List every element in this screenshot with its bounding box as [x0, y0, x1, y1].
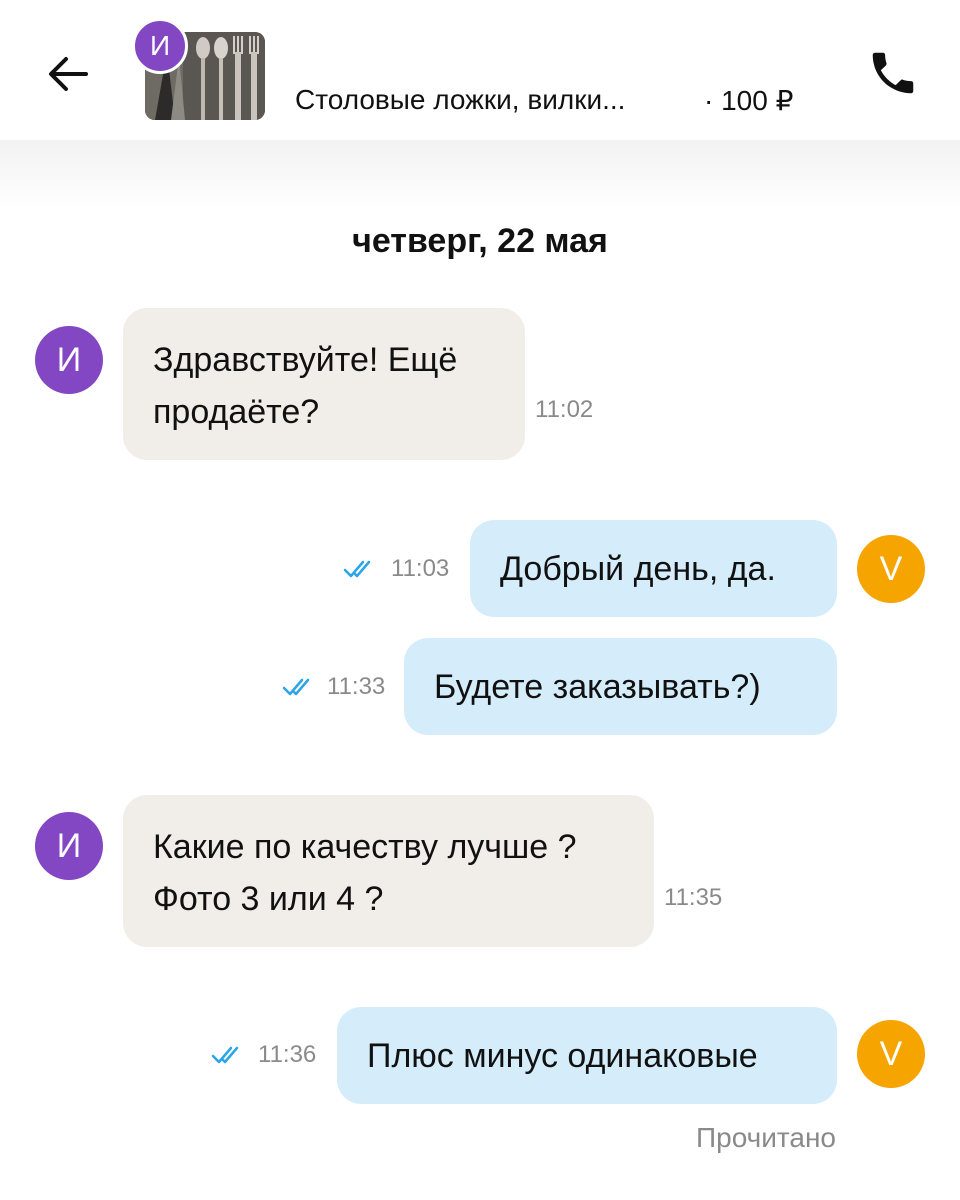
- double-check-icon: [211, 1046, 239, 1064]
- message-text: Будете заказывать?): [434, 667, 761, 706]
- message-time: 11:02: [535, 396, 594, 423]
- seller-avatar-small: И: [132, 18, 188, 74]
- message-bubble-outgoing[interactable]: Плюс минус одинаковые: [337, 1007, 837, 1104]
- message-time: 11:36: [258, 1041, 317, 1068]
- message-text-line: Здравствуйте! Ещё: [153, 341, 458, 379]
- item-price: · 100 ₽: [704, 85, 794, 116]
- buyer-avatar[interactable]: И: [35, 812, 103, 880]
- chat-screen: И Столовые ложки, вилки... · 100 ₽ четве…: [0, 0, 960, 1200]
- item-title[interactable]: Столовые ложки, вилки...: [295, 84, 625, 116]
- double-check-icon: [343, 560, 371, 578]
- message-bubble-outgoing[interactable]: Добрый день, да.: [470, 520, 837, 617]
- read-status: Прочитано: [696, 1122, 836, 1153]
- back-button[interactable]: [40, 46, 96, 102]
- message-time: 11:33: [327, 673, 386, 700]
- message-text: Добрый день, да.: [500, 549, 776, 588]
- arrow-left-icon: [49, 57, 88, 91]
- buyer-avatar[interactable]: И: [35, 326, 103, 394]
- my-avatar[interactable]: V: [857, 535, 925, 603]
- message-bubble-incoming[interactable]: Здравствуйте! Ещё продаёте?: [123, 308, 525, 460]
- message-time: 11:35: [664, 884, 723, 911]
- call-button[interactable]: [858, 38, 928, 108]
- message-bubble-incoming[interactable]: Какие по качеству лучше ? Фото 3 или 4 ?: [123, 795, 654, 947]
- message-text-line: Фото 3 или 4 ?: [153, 880, 384, 918]
- message-time: 11:03: [391, 555, 450, 582]
- double-check-icon: [282, 678, 310, 696]
- message-bubble-outgoing[interactable]: Будете заказывать?): [404, 638, 837, 735]
- message-text: Плюс минус одинаковые: [367, 1036, 758, 1075]
- message-text-line: Какие по качеству лучше ?: [153, 828, 577, 866]
- my-avatar[interactable]: V: [857, 1020, 925, 1088]
- header-shadow: [0, 140, 960, 210]
- phone-icon: [872, 52, 914, 94]
- date-separator: четверг, 22 мая: [352, 222, 608, 260]
- chat-header: И Столовые ложки, вилки... · 100 ₽: [0, 0, 960, 140]
- message-text-line: продаёте?: [153, 393, 320, 431]
